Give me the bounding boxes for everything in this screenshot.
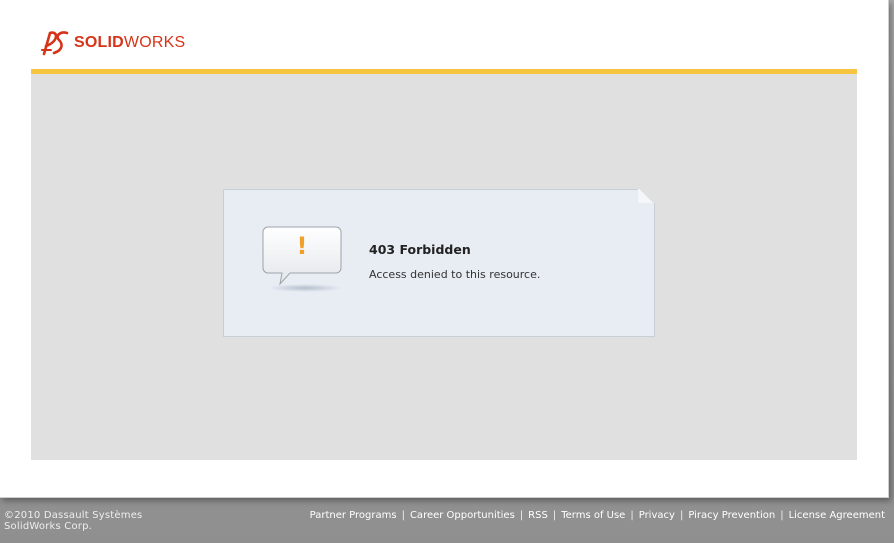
logo-works-text: WORKS <box>123 34 186 51</box>
rss-link[interactable]: RSS <box>528 510 548 521</box>
partner-programs-link[interactable]: Partner Programs <box>310 510 397 521</box>
main-card: SOLIDWORKS ! 403 Forbidden Access denied… <box>0 0 889 498</box>
exclamation-mark: ! <box>296 232 308 260</box>
copyright-line-2: SolidWorks Corp. <box>4 521 93 532</box>
copyright-line-1: ©2010 Dassault Systèmes <box>4 510 143 521</box>
link-separator: | <box>552 510 557 521</box>
terms-of-use-link[interactable]: Terms of Use <box>561 510 625 521</box>
piracy-prevention-link[interactable]: Piracy Prevention <box>688 510 775 521</box>
page-background: SOLIDWORKS ! 403 Forbidden Access denied… <box>0 0 894 543</box>
error-message-box: ! 403 Forbidden Access denied to this re… <box>223 189 655 337</box>
link-separator: | <box>679 510 684 521</box>
solidworks-logo[interactable]: SOLIDWORKS <box>41 27 185 59</box>
error-title: 403 Forbidden <box>369 242 471 257</box>
logo-solid-text: SOLID <box>74 34 124 51</box>
error-description: Access denied to this resource. <box>369 268 541 281</box>
content-area: ! 403 Forbidden Access denied to this re… <box>31 74 857 460</box>
logo-wordmark: SOLIDWORKS <box>74 35 185 51</box>
footer-links: Partner Programs | Career Opportunities … <box>310 510 885 521</box>
folded-corner <box>638 189 655 203</box>
link-separator: | <box>519 510 524 521</box>
privacy-link[interactable]: Privacy <box>639 510 675 521</box>
link-separator: | <box>630 510 634 521</box>
link-separator: | <box>401 510 405 521</box>
career-opportunities-link[interactable]: Career Opportunities <box>410 510 515 521</box>
link-separator: | <box>780 510 784 521</box>
exclamation-bubble-icon: ! <box>262 226 346 296</box>
ds-logo-icon <box>41 31 69 56</box>
copyright-notice: ©2010 Dassault Systèmes SolidWorks Corp. <box>4 510 142 532</box>
license-agreement-link[interactable]: License Agreement <box>789 510 885 521</box>
